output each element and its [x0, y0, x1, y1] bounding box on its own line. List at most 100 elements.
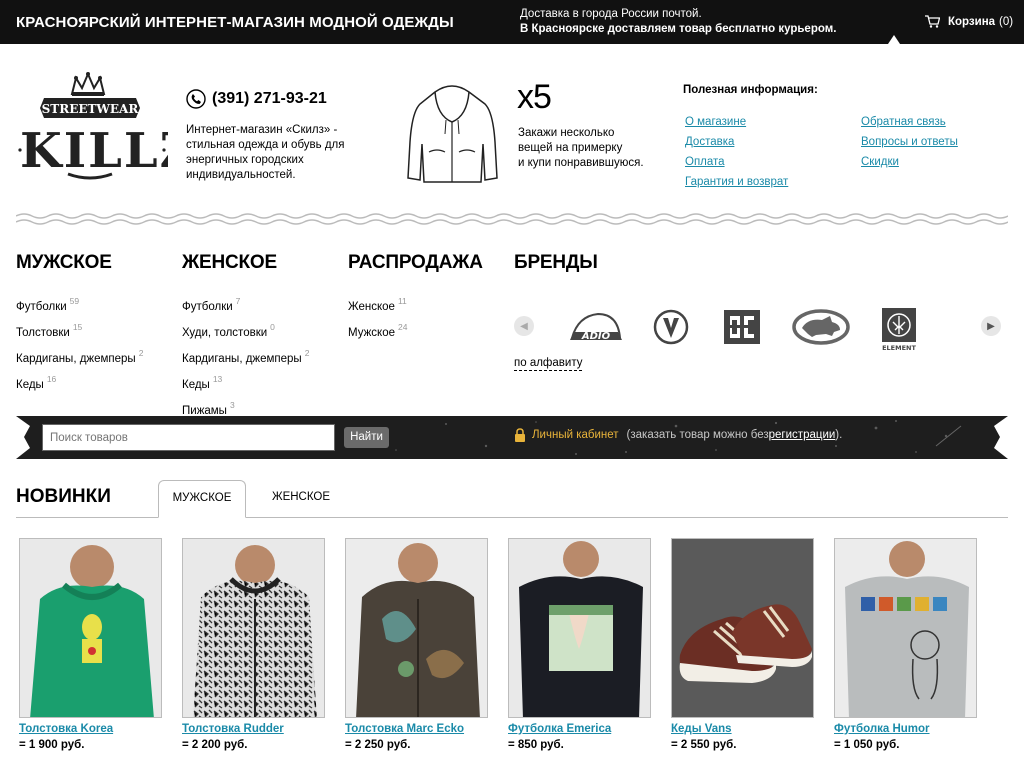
useful-info-title: Полезная информация: — [683, 84, 818, 96]
product-card: Футболка Emerica = 850 руб. — [508, 538, 651, 751]
product-name[interactable]: Футболка Emerica — [508, 723, 651, 735]
women-item-cardigans[interactable]: Кардиганы, джемперы 2 — [182, 343, 309, 369]
brands-alphabetical-link[interactable]: по алфавиту — [514, 356, 583, 371]
top-bar: КРАСНОЯРСКИЙ ИНТЕРНЕТ-МАГАЗИН МОДНОЙ ОДЕ… — [0, 0, 1024, 44]
women-item-tshirts[interactable]: Футболки 7 — [182, 291, 309, 317]
men-item-cardigans[interactable]: Кардиганы, джемперы 2 — [16, 343, 143, 369]
men-item-hoodies[interactable]: Толстовки 15 — [16, 317, 143, 343]
product-image[interactable] — [834, 538, 977, 718]
product-name[interactable]: Толстовка Rudder — [182, 723, 325, 735]
product-card: Толстовка Korea = 1 900 руб. — [19, 538, 162, 751]
lock-icon — [515, 428, 525, 442]
category-women-title[interactable]: ЖЕНСКОЕ — [182, 252, 309, 274]
adio-logo[interactable]: ADIO — [568, 308, 624, 346]
product-name[interactable]: Кеды Vans — [671, 723, 814, 735]
phone-text: (391) 271-93-21 — [212, 90, 327, 107]
category-men: МУЖСКОЕ Футболки 59 Толстовки 15 Кардиганы… — [16, 252, 143, 395]
men-item-tshirts[interactable]: Футболки 59 — [16, 291, 143, 317]
cart-icon — [925, 15, 940, 28]
product-image[interactable] — [182, 538, 325, 718]
useful-info-column-1: О магазине Доставка Оплата Гарантия и во… — [685, 112, 788, 192]
element-logo[interactable]: ELEMENT — [880, 308, 918, 352]
registration-link[interactable]: регистрации — [769, 429, 836, 441]
count-badge: 13 — [212, 374, 223, 384]
link-faq[interactable]: Вопросы и ответы — [861, 132, 958, 152]
count-badge: 2 — [304, 348, 310, 358]
product-card: Кеды Vans = 2 550 руб. — [671, 538, 814, 751]
volcom-logo[interactable] — [652, 308, 690, 346]
x5-line-3: и купи понравившуюся. — [518, 157, 644, 169]
skillz-logo[interactable]: STREETWEAR SKILLZ — [16, 72, 168, 184]
link-about-shop[interactable]: О магазине — [685, 112, 788, 132]
cart-count: (0) — [999, 15, 1014, 28]
sale-item-women[interactable]: Женское 11 — [348, 291, 483, 317]
cart-label: Корзина — [948, 15, 996, 28]
product-price: = 850 руб. — [508, 739, 564, 751]
x5-line-1: Закажи несколько — [518, 127, 615, 139]
sale-item-men[interactable]: Мужское 24 — [348, 317, 483, 343]
brands-carousel: ◀ ADIO ELEMENT ▶ — [514, 306, 1008, 352]
x5-line-2: вещей на примерку — [518, 142, 623, 154]
link-discounts[interactable]: Скидки — [861, 152, 958, 172]
site-title: КРАСНОЯРСКИЙ ИНТЕРНЕТ-МАГАЗИН МОДНОЙ ОДЕ… — [16, 14, 454, 31]
women-item-hoodies[interactable]: Худи, толстовки 0 — [182, 317, 309, 343]
x5-badge: x5 — [517, 78, 552, 116]
product-price: = 1 900 руб. — [19, 739, 85, 751]
product-name[interactable]: Толстовка Korea — [19, 723, 162, 735]
product-name[interactable]: Футболка Humor — [834, 723, 977, 735]
link-warranty-return[interactable]: Гарантия и возврат — [685, 172, 788, 192]
category-men-title[interactable]: МУЖСКОЕ — [16, 252, 143, 274]
crown-icon — [70, 72, 106, 96]
product-card: Толстовка Marc Ecko = 2 250 руб. — [345, 538, 488, 751]
carousel-prev-arrow[interactable]: ◀ — [514, 316, 534, 336]
shop-description: Интернет-магазин «Скилз» - стильная одеж… — [186, 124, 345, 181]
count-badge: 2 — [138, 348, 144, 358]
link-feedback[interactable]: Обратная связь — [861, 112, 958, 132]
product-image[interactable] — [345, 538, 488, 718]
product-image[interactable] — [508, 538, 651, 718]
wavy-divider — [16, 213, 1008, 225]
product-card: Толстовка Rudder = 2 200 руб. — [182, 538, 325, 751]
search-button[interactable]: Найти — [344, 427, 389, 448]
account-note-suffix: ). — [835, 429, 843, 441]
category-women: ЖЕНСКОЕ Футболки 7 Худи, толстовки 0 Карди… — [182, 252, 309, 421]
tab-women[interactable]: ЖЕНСКОЕ — [257, 480, 345, 518]
account-note-prefix: (заказать товар можно без — [626, 429, 769, 441]
logo-streetwear: STREETWEAR — [42, 102, 140, 116]
account-link[interactable]: Личный кабинет — [532, 429, 619, 441]
count-badge: 59 — [69, 296, 80, 306]
dc-logo[interactable] — [722, 308, 762, 346]
product-image[interactable] — [19, 538, 162, 718]
account-area: Личный кабинет (заказать товар можно без… — [514, 428, 842, 442]
product-price: = 2 200 руб. — [182, 739, 248, 751]
men-item-sneakers[interactable]: Кеды 16 — [16, 369, 143, 395]
product-image[interactable] — [671, 538, 814, 718]
count-badge: 15 — [72, 322, 83, 332]
phone-icon — [186, 89, 206, 109]
link-delivery[interactable]: Доставка — [685, 132, 788, 152]
category-brands: БРЕНДЫ — [514, 252, 598, 291]
element-logo-text: ELEMENT — [882, 344, 916, 352]
useful-info-column-2: Обратная связь Вопросы и ответы Скидки — [861, 112, 958, 172]
product-price: = 1 050 руб. — [834, 739, 900, 751]
x5-description: Закажи несколько вещей на примерку и куп… — [518, 126, 678, 171]
search-input[interactable] — [42, 424, 335, 451]
cart-link[interactable]: Корзина (0) — [925, 15, 1013, 28]
new-arrivals-title: НОВИНКИ — [16, 486, 111, 507]
hoodie-illustration — [407, 85, 498, 183]
delivery-line-1: Доставка в города России почтой. — [520, 8, 702, 20]
ecko-logo[interactable] — [792, 308, 850, 346]
phone-number: (391) 271-93-21 — [186, 89, 327, 109]
category-sale: РАСПРОДАЖА Женское 11 Мужское 24 — [348, 252, 483, 343]
product-name[interactable]: Толстовка Marc Ecko — [345, 723, 488, 735]
menu-pointer — [888, 35, 900, 44]
tab-men[interactable]: МУЖСКОЕ — [158, 480, 246, 518]
category-brands-title[interactable]: БРЕНДЫ — [514, 252, 598, 274]
count-badge: 16 — [46, 374, 57, 384]
category-sale-title[interactable]: РАСПРОДАЖА — [348, 252, 483, 274]
count-badge: 7 — [235, 296, 241, 306]
carousel-next-arrow[interactable]: ▶ — [981, 316, 1001, 336]
link-payment[interactable]: Оплата — [685, 152, 788, 172]
count-badge: 3 — [229, 400, 235, 410]
women-item-sneakers[interactable]: Кеды 13 — [182, 369, 309, 395]
